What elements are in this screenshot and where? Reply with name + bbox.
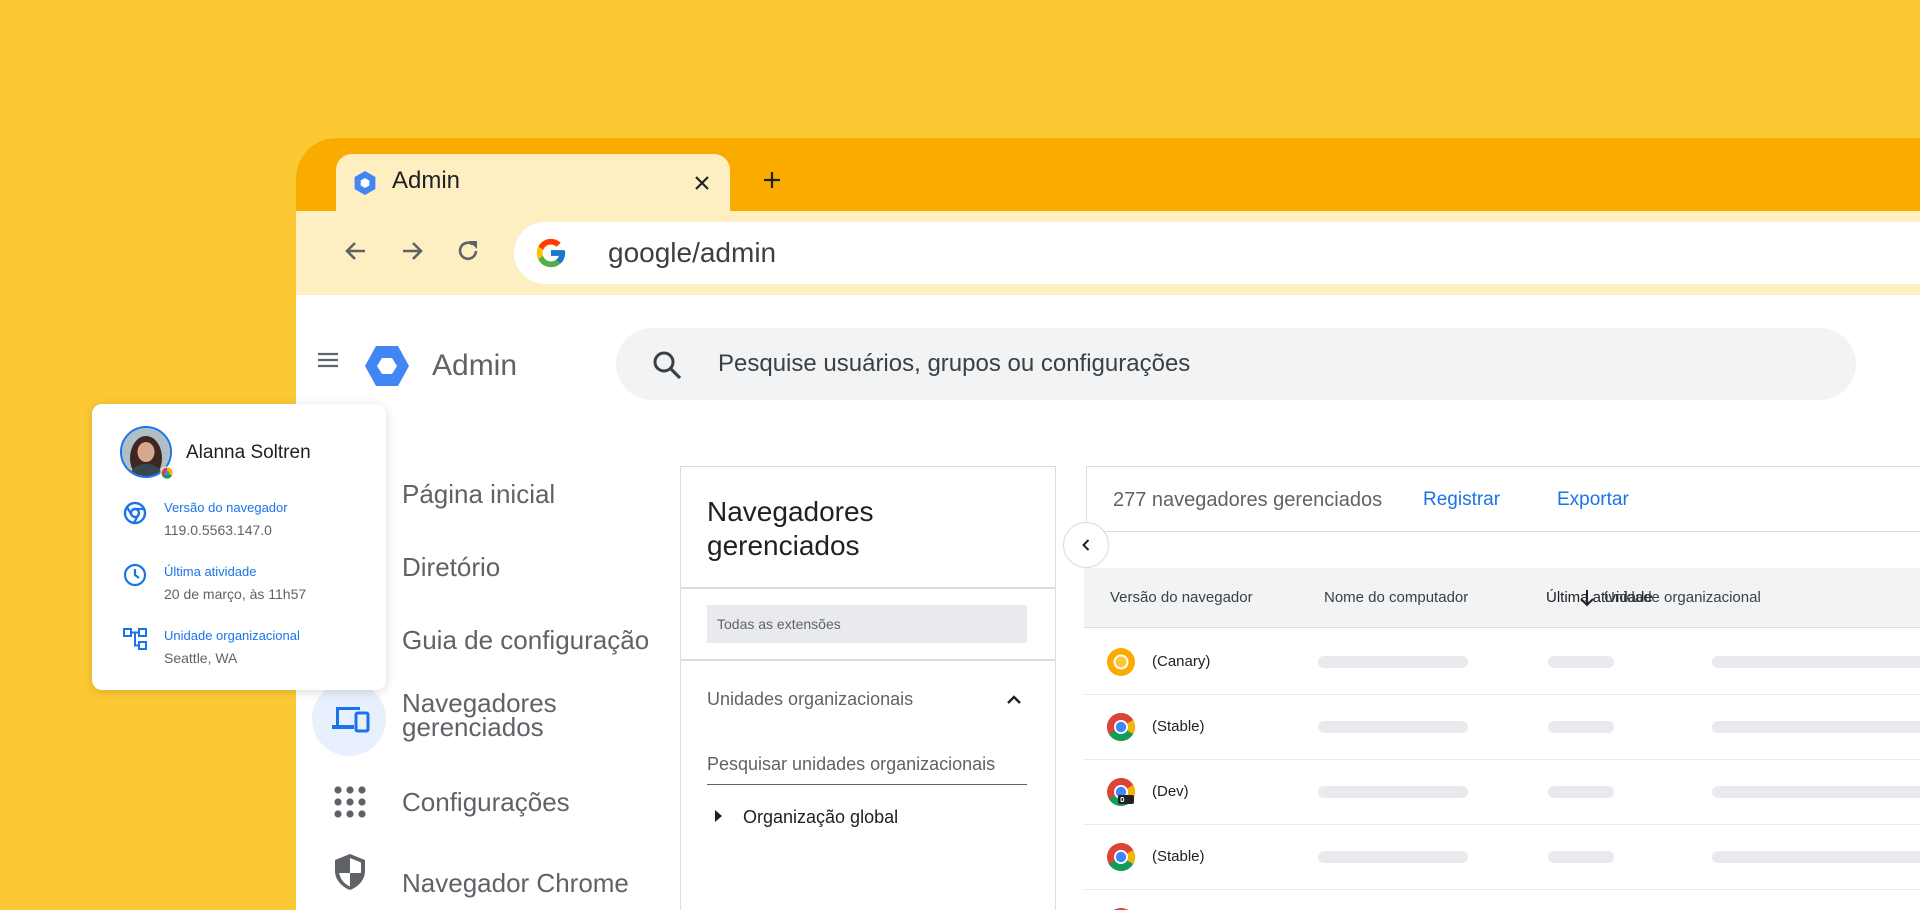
- browser-count: 277 navegadores gerenciados: [1113, 489, 1383, 511]
- org-unit-icon: [123, 628, 147, 650]
- clock-icon: [123, 563, 147, 587]
- app-title: Admin: [432, 349, 518, 382]
- table-row[interactable]: (Stable): [1084, 695, 1920, 760]
- browser-channel: (Dev): [1152, 783, 1189, 800]
- browser-window: Admin google/admin Admin Pesquise usuári…: [296, 138, 1920, 910]
- loading-placeholder: [1712, 656, 1920, 668]
- column-header[interactable]: Versão do navegador: [1110, 568, 1253, 628]
- chevron-up-icon[interactable]: [1003, 689, 1025, 711]
- sidebar-item-label: Configurações: [402, 787, 570, 817]
- google-logo-icon: [536, 238, 566, 268]
- table-header: Versão do navegador Nome do computador Ú…: [1084, 568, 1920, 628]
- register-link[interactable]: Registrar: [1423, 467, 1500, 533]
- loading-placeholder: [1712, 786, 1920, 798]
- tab-title: Admin: [392, 167, 461, 194]
- loading-placeholder: [1548, 786, 1614, 798]
- search-icon: [653, 351, 682, 380]
- tab-admin[interactable]: Admin: [336, 154, 730, 211]
- org-unit-label: Unidade organizacional: [164, 628, 300, 643]
- sidebar-item-label: Navegadores gerenciados: [402, 688, 557, 742]
- hamburger-menu-icon[interactable]: [314, 346, 342, 374]
- admin-logo-icon: [365, 346, 409, 386]
- loading-placeholder: [1548, 656, 1614, 668]
- column-header[interactable]: Unidade organizacional: [1604, 568, 1761, 628]
- reload-icon[interactable]: [450, 233, 486, 269]
- last-activity-label: Última atividade: [164, 564, 257, 579]
- loading-placeholder: [1548, 851, 1614, 863]
- sidebar-item-label: Diretório: [402, 552, 501, 582]
- forward-arrow-icon[interactable]: [394, 233, 430, 269]
- close-icon[interactable]: [688, 169, 716, 197]
- org-unit-value: Seattle, WA: [164, 650, 238, 666]
- column-header[interactable]: Nome do computador: [1324, 568, 1468, 628]
- admin-favicon-icon: [354, 171, 376, 195]
- loading-placeholder: [1318, 721, 1468, 733]
- browser-channel: (Canary): [1152, 653, 1211, 670]
- sidebar-item-managed-browsers[interactable]: Navegadores gerenciados: [296, 682, 656, 756]
- table-row[interactable]: [1084, 890, 1920, 910]
- security-shield-icon: [335, 854, 365, 890]
- org-unit-label: Organização global: [743, 807, 899, 827]
- table-row[interactable]: (Canary): [1084, 630, 1920, 695]
- browser-version-value: 119.0.5563.147.0: [164, 522, 272, 538]
- filter-label: Todas as extensões: [717, 616, 841, 632]
- tab-strip: Admin: [296, 138, 1920, 211]
- divider: [681, 659, 1055, 661]
- new-tab-plus-icon[interactable]: [756, 164, 788, 196]
- loading-placeholder: [1318, 656, 1468, 668]
- chrome-icon: [1107, 843, 1135, 871]
- back-arrow-icon[interactable]: [338, 233, 374, 269]
- browser-toolbar: google/admin: [296, 211, 1920, 295]
- browsers-table-panel: 277 navegadores gerenciados Registrar Ex…: [1084, 466, 1920, 910]
- loading-placeholder: [1318, 786, 1468, 798]
- loading-placeholder: [1712, 851, 1920, 863]
- chrome-outline-icon: [123, 501, 147, 525]
- apps-grid-icon: [334, 786, 366, 818]
- summary-bar: 277 navegadores gerenciados Registrar Ex…: [1086, 466, 1920, 532]
- collapse-panel-button[interactable]: [1063, 522, 1109, 568]
- chrome-canary-icon: [1107, 648, 1135, 676]
- loading-placeholder: [1712, 721, 1920, 733]
- divider: [681, 587, 1055, 589]
- org-unit-search-placeholder: Pesquisar unidades organizacionais: [707, 754, 996, 774]
- org-units-header[interactable]: Unidades organizacionais: [707, 689, 913, 710]
- chevron-left-icon: [1081, 538, 1089, 551]
- address-bar[interactable]: google/admin: [514, 222, 1920, 284]
- search-placeholder: Pesquise usuários, grupos ou configuraçõ…: [718, 350, 1191, 377]
- chrome-icon: [1107, 713, 1135, 741]
- sort-down-arrow-icon[interactable]: [1578, 588, 1596, 608]
- table-row[interactable]: (Dev): [1084, 760, 1920, 825]
- url-text: google/admin: [608, 237, 777, 268]
- admin-search-bar[interactable]: Pesquise usuários, grupos ou configuraçõ…: [616, 328, 1856, 400]
- panel-title: Navegadores gerenciados: [707, 496, 874, 561]
- browser-channel: (Stable): [1152, 718, 1205, 735]
- managed-browsers-panel: Navegadores gerenciados Todas as extensõ…: [680, 466, 1056, 910]
- devices-icon: [332, 707, 370, 733]
- export-link[interactable]: Exportar: [1557, 467, 1629, 533]
- last-activity-value: 20 de março, às 11h57: [164, 586, 307, 602]
- browser-channel: (Stable): [1152, 848, 1205, 865]
- chrome-badge-icon: [160, 466, 174, 480]
- table-row[interactable]: (Stable): [1084, 825, 1920, 890]
- org-unit-search-input[interactable]: Pesquisar unidades organizacionais: [707, 747, 1027, 785]
- chrome-dev-icon: [1107, 778, 1135, 806]
- sidebar-item-label: Navegador Chrome: [402, 868, 629, 898]
- browser-version-label: Versão do navegador: [164, 500, 288, 515]
- user-name: Alanna Soltren: [186, 442, 311, 463]
- device-info-card: Alanna Soltren Versão do navegador 119.0…: [92, 404, 386, 690]
- sidebar-item-settings[interactable]: Configurações: [296, 772, 656, 832]
- loading-placeholder: [1318, 851, 1468, 863]
- expand-triangle-icon[interactable]: [715, 810, 722, 822]
- sidebar-item-chrome-browser[interactable]: Navegador Chrome: [296, 846, 656, 906]
- loading-placeholder: [1548, 721, 1614, 733]
- sidebar-item-label: Guia de configuração: [402, 625, 650, 655]
- extensions-filter[interactable]: Todas as extensões: [707, 605, 1027, 643]
- sidebar-item-label: Página inicial: [402, 479, 556, 509]
